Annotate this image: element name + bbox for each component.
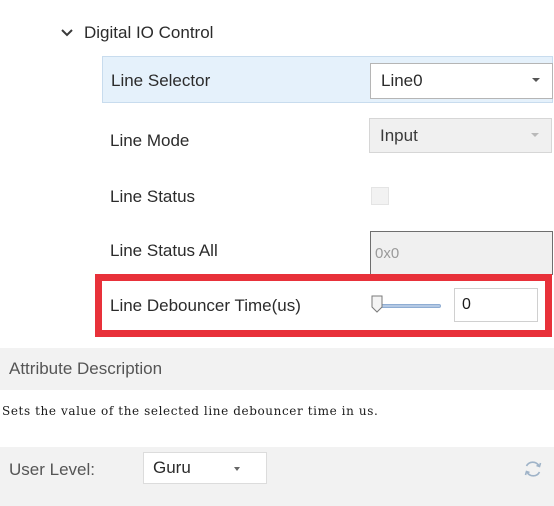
line-status-row: Line Status (102, 173, 553, 220)
attribute-description-header: Attribute Description (0, 348, 554, 390)
line-mode-dropdown: Input (369, 118, 552, 153)
line-mode-value: Input (380, 125, 418, 145)
user-level-dropdown[interactable]: Guru (143, 452, 267, 484)
dropdown-caret-icon (531, 133, 539, 137)
line-status-all-field: 0x0 (370, 231, 553, 275)
digital-io-control-group[interactable]: Digital IO Control (60, 18, 213, 48)
line-mode-row: Line Mode Input (102, 117, 553, 164)
line-status-checkbox (371, 187, 389, 205)
line-mode-label: Line Mode (110, 130, 190, 150)
group-title: Digital IO Control (84, 23, 214, 42)
line-selector-label: Line Selector (111, 70, 211, 90)
footer-bar: User Level: Guru (0, 447, 554, 506)
line-status-all-row: Line Status All 0x0 (102, 227, 553, 275)
dropdown-caret-icon (532, 78, 540, 82)
user-level-label: User Level: (9, 460, 95, 479)
user-level-value: Guru (153, 458, 191, 477)
line-selector-dropdown[interactable]: Line0 (370, 63, 553, 99)
attribute-description-title: Attribute Description (9, 359, 163, 378)
line-status-label: Line Status (110, 186, 196, 206)
refresh-icon[interactable] (522, 458, 544, 480)
attribute-description-text: Sets the value of the selected line debo… (2, 404, 379, 418)
line-status-all-value: 0x0 (375, 244, 400, 262)
line-selector-value: Line0 (381, 71, 423, 90)
chevron-down-icon[interactable] (60, 28, 74, 38)
line-selector-row[interactable]: Line Selector Line0 (102, 56, 553, 103)
dropdown-caret-icon (234, 467, 240, 471)
highlight-box (95, 274, 552, 337)
line-status-all-label: Line Status All (110, 240, 218, 260)
